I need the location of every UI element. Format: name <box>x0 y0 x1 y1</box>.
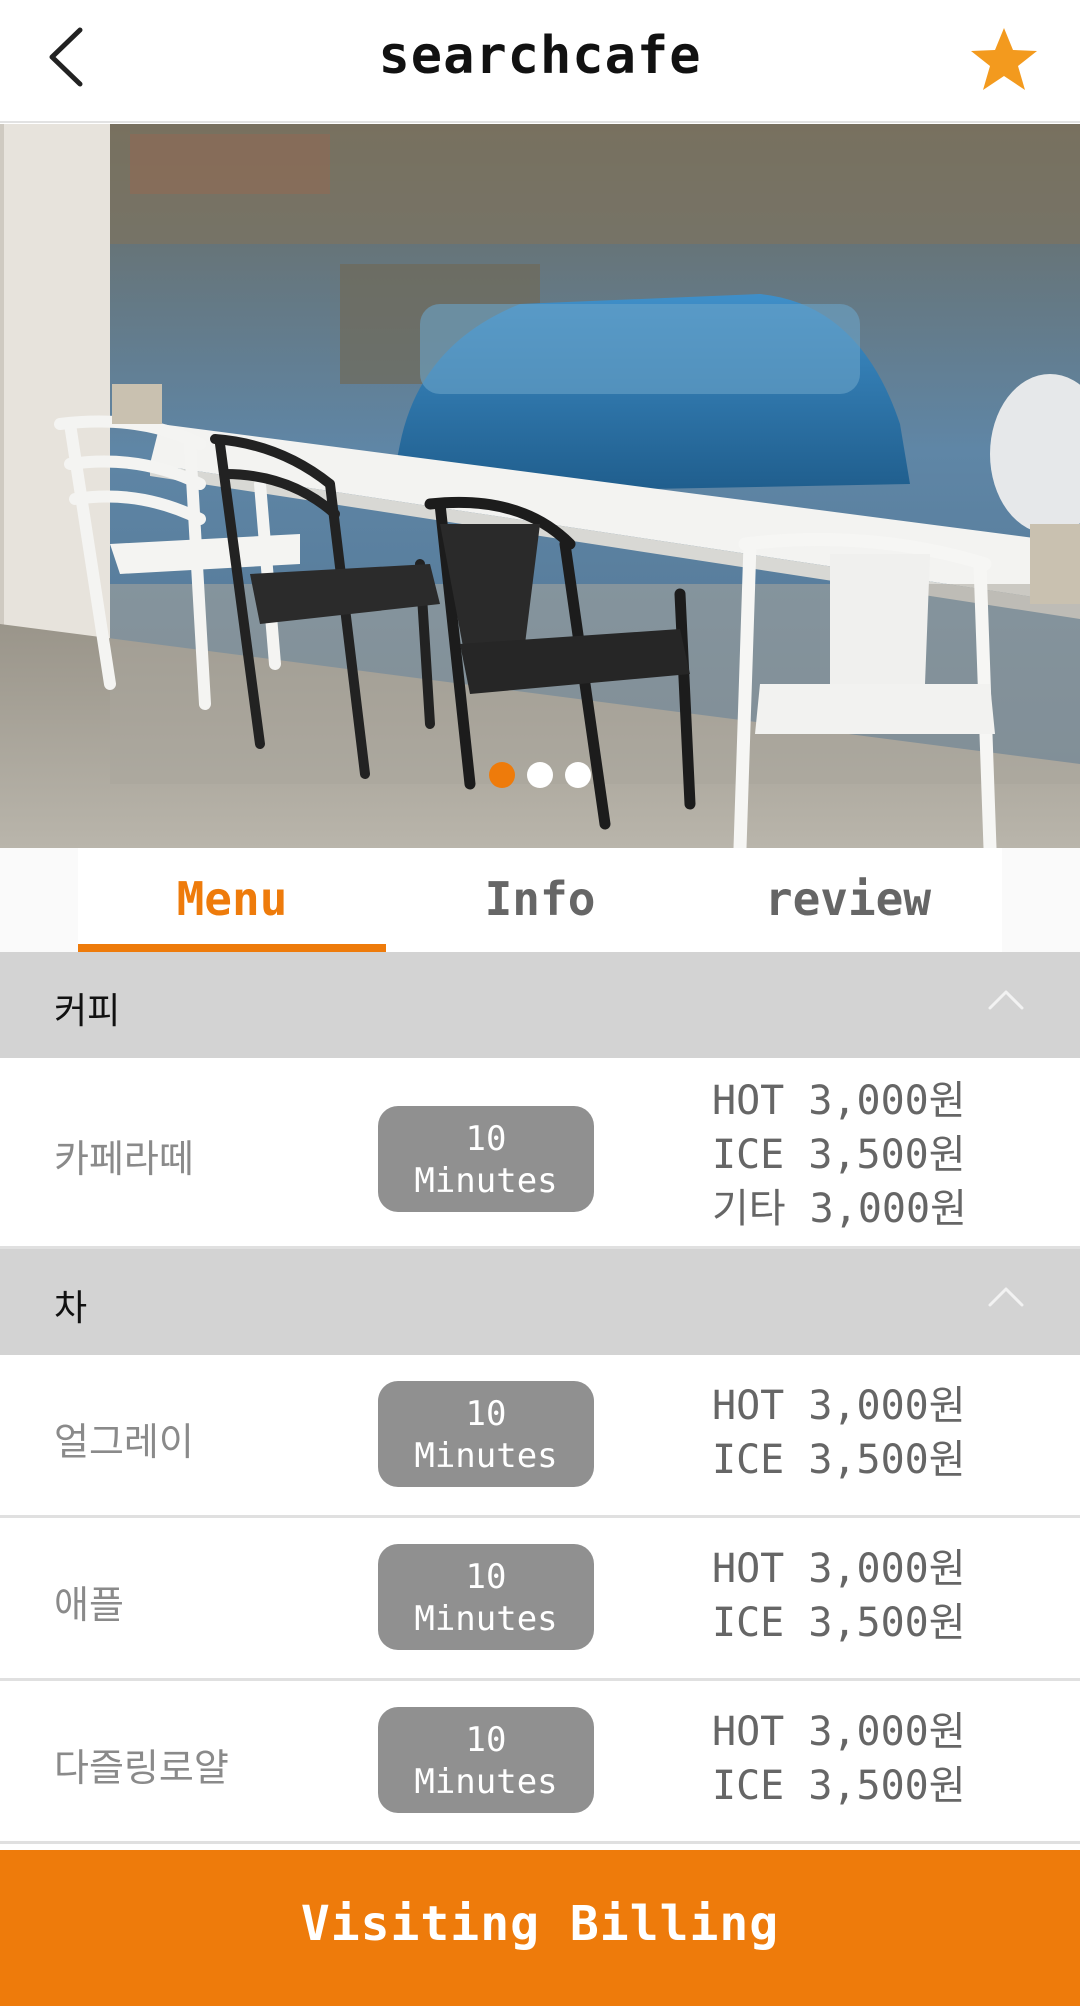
price-line: HOT 3,000원 <box>712 1078 966 1124</box>
item-name: 카페라떼 <box>54 1137 194 1181</box>
carousel-indicator <box>0 762 1080 788</box>
price-list: HOT 3,000원 ICE 3,500원 <box>712 1542 966 1650</box>
price-line: HOT 3,000원 <box>712 1383 966 1429</box>
category-header-coffee[interactable]: 커피 <box>0 952 1080 1058</box>
visiting-billing-button[interactable]: Visiting Billing <box>0 1850 1080 2006</box>
time-value: 10 <box>465 1119 507 1159</box>
list-item[interactable]: 다즐링로얄 10 Minutes HOT 3,000원 ICE 3,500원 <box>0 1681 1080 1844</box>
price-line: HOT 3,000원 <box>712 1709 966 1755</box>
price-line: ICE 3,500원 <box>712 1132 966 1178</box>
price-line: HOT 3,000원 <box>712 1546 966 1592</box>
time-unit: Minutes <box>414 1161 558 1201</box>
price-list: HOT 3,000원 ICE 3,500원 <box>712 1705 966 1813</box>
menu-list: 커피 카페라떼 10 Minutes HOT 3,000원 ICE 3,500원… <box>0 952 1080 1844</box>
carousel-dot-3[interactable] <box>565 762 591 788</box>
price-line: ICE 3,500원 <box>712 1437 966 1483</box>
page-title: searchcafe <box>378 26 702 86</box>
time-badge: 10 Minutes <box>378 1544 594 1650</box>
list-item[interactable]: 얼그레이 10 Minutes HOT 3,000원 ICE 3,500원 <box>0 1355 1080 1518</box>
chevron-up-icon <box>988 990 1024 1010</box>
item-name: 얼그레이 <box>54 1420 194 1464</box>
star-icon <box>971 28 1037 90</box>
tab-review[interactable]: review <box>694 848 1002 952</box>
time-value: 10 <box>465 1394 507 1434</box>
app-header: searchcafe <box>0 0 1080 123</box>
time-badge: 10 Minutes <box>378 1381 594 1487</box>
favorite-button[interactable] <box>968 24 1040 96</box>
chevron-up-icon <box>988 1287 1024 1307</box>
tab-bar: Menu Info review <box>0 848 1080 952</box>
price-list: HOT 3,000원 ICE 3,500원 <box>712 1379 966 1487</box>
category-header-tea[interactable]: 차 <box>0 1249 1080 1355</box>
tab-menu[interactable]: Menu <box>78 848 386 952</box>
carousel-dot-1[interactable] <box>489 762 515 788</box>
item-name: 다즐링로얄 <box>54 1746 229 1790</box>
cafe-photo <box>0 124 1080 848</box>
tab-info[interactable]: Info <box>386 848 694 952</box>
photo-carousel[interactable] <box>0 124 1080 848</box>
category-label: 차 <box>54 1288 88 1329</box>
time-value: 10 <box>465 1720 507 1760</box>
price-list: HOT 3,000원 ICE 3,500원 기타 3,000원 <box>712 1074 967 1236</box>
carousel-dot-2[interactable] <box>527 762 553 788</box>
time-badge: 10 Minutes <box>378 1707 594 1813</box>
time-unit: Minutes <box>414 1599 558 1639</box>
time-value: 10 <box>465 1557 507 1597</box>
time-unit: Minutes <box>414 1762 558 1802</box>
list-item[interactable]: 카페라떼 10 Minutes HOT 3,000원 ICE 3,500원 기타… <box>0 1058 1080 1249</box>
item-name: 애플 <box>54 1583 124 1627</box>
price-line: ICE 3,500원 <box>712 1763 966 1809</box>
time-badge: 10 Minutes <box>378 1106 594 1212</box>
price-line: ICE 3,500원 <box>712 1600 966 1646</box>
category-label: 커피 <box>54 991 121 1032</box>
price-line: 기타 3,000원 <box>712 1186 967 1232</box>
time-unit: Minutes <box>414 1436 558 1476</box>
list-item[interactable]: 애플 10 Minutes HOT 3,000원 ICE 3,500원 <box>0 1518 1080 1681</box>
